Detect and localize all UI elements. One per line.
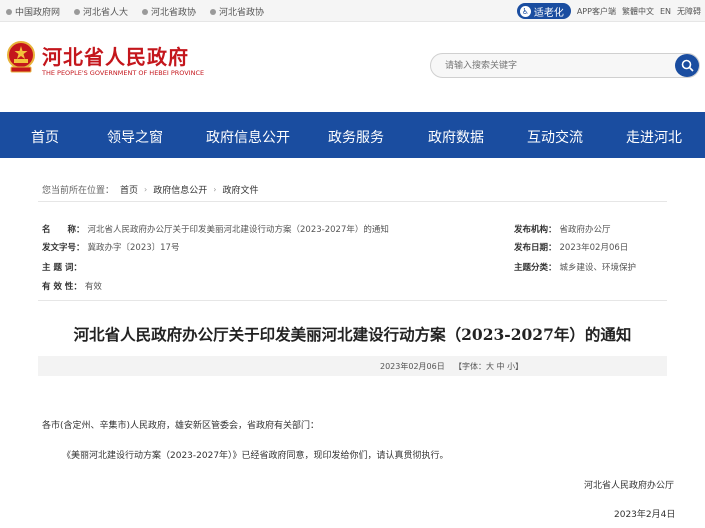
meta-category-label: 主题分类： <box>514 263 557 273</box>
meta-name-value: 河北省人民政府办公厅关于印发美丽河北建设行动方案（2023-2027年）的通知 <box>87 225 389 235</box>
meta-category-value: 城乡建设、环境保护 <box>559 263 637 273</box>
bullet-icon <box>142 8 149 15</box>
app-link[interactable]: APP客户端 <box>577 6 616 17</box>
divider <box>38 201 667 202</box>
meta-issuer: 发布机构： 省政府办公厅 <box>514 223 611 235</box>
divider <box>38 300 667 301</box>
nav-item-data[interactable]: 政府数据 <box>428 127 484 147</box>
nav-item-about-hebei[interactable]: 走进河北 <box>626 127 682 147</box>
meta-doc-no-label: 发文字号： <box>42 243 85 253</box>
bullet-icon <box>6 8 12 15</box>
breadcrumb-home[interactable]: 首页 <box>120 183 138 196</box>
elderly-mode-button[interactable]: ♿ 适老化 <box>516 3 571 19</box>
nav-item-interaction[interactable]: 互动交流 <box>527 127 583 147</box>
meta-issuer-label: 发布机构： <box>514 225 557 235</box>
meta-doc-no-value: 冀政办字〔2023〕17号 <box>87 243 180 253</box>
font-size-selector[interactable]: 【字体：大 中 小】 <box>454 361 523 372</box>
top-link-npc[interactable]: 河北省人大 <box>74 5 128 18</box>
meta-date-label: 发布日期： <box>514 243 557 253</box>
header: 河北省人民政府 THE PEOPLE'S GOVERNMENT OF HEBEI… <box>0 22 705 112</box>
site-subtitle: THE PEOPLE'S GOVERNMENT OF HEBEI PROVINC… <box>42 69 205 77</box>
accessibility-link[interactable]: 无障碍 <box>677 6 701 17</box>
meta-name: 名 称： 河北省人民政府办公厅关于印发美丽河北建设行动方案（2023-2027年）… <box>42 223 389 235</box>
breadcrumb: 您当前所在位置： 首页 › 政府信息公开 › 政府文件 <box>42 183 258 196</box>
meta-subject-label: 主 题 词： <box>42 263 82 273</box>
meta-category: 主题分类： 城乡建设、环境保护 <box>514 261 636 273</box>
meta-date-value: 2023年02月06日 <box>559 243 629 253</box>
bullet-icon <box>74 8 81 15</box>
top-link-gov[interactable]: 中国政府网 <box>6 5 60 18</box>
breadcrumb-gov-docs[interactable]: 政府文件 <box>222 183 258 196</box>
article-date: 2023年02月06日 <box>380 362 445 371</box>
article-salutation: 各市(含定州、辛集市)人民政府，雄安新区管委会，省政府有关部门： <box>42 421 320 431</box>
meta-validity-label: 有 效 性： <box>42 282 82 292</box>
nav-item-info-disclosure[interactable]: 政府信息公开 <box>206 127 290 147</box>
breadcrumb-info-disclosure[interactable]: 政府信息公开 <box>153 183 207 196</box>
main-nav: 首页 领导之窗 政府信息公开 政务服务 政府数据 互动交流 走进河北 <box>0 112 705 158</box>
breadcrumb-prefix: 您当前所在位置： <box>42 186 115 196</box>
top-link-cppcc[interactable]: 河北省政协 <box>142 5 196 18</box>
top-link-cppcc-2[interactable]: 河北省政协 <box>210 5 264 18</box>
top-links: 中国政府网 河北省人大 河北省政协 河北省政协 <box>6 5 264 18</box>
article-title: 河北省人民政府办公厅关于印发美丽河北建设行动方案（2023-2027年）的通知 <box>73 325 632 344</box>
meta-subject: 主 题 词： <box>42 261 85 273</box>
search-icon <box>681 59 694 72</box>
national-emblem-icon <box>7 41 35 73</box>
bullet-icon <box>210 8 217 15</box>
meta-date: 发布日期： 2023年02月06日 <box>514 241 628 253</box>
chevron-right-icon: › <box>144 185 148 194</box>
nav-item-services[interactable]: 政务服务 <box>328 127 384 147</box>
article-info-bar: 2023年02月06日 【字体：大 中 小】 <box>38 356 667 376</box>
search-input[interactable] <box>445 57 665 74</box>
article-signature: 河北省人民政府办公厅 <box>584 481 675 491</box>
meta-name-label: 名 称： <box>42 225 85 235</box>
site-title[interactable]: 河北省人民政府 <box>42 41 189 70</box>
nav-item-home[interactable]: 首页 <box>31 127 59 147</box>
meta-validity: 有 效 性： 有效 <box>42 280 102 292</box>
traditional-chinese-link[interactable]: 繁體中文 <box>622 6 654 17</box>
article-paragraph: 《美丽河北建设行动方案（2023-2027年）》已经省政府同意，现印发给你们，请… <box>62 451 449 461</box>
elderly-icon: ♿ <box>519 5 531 17</box>
meta-validity-value: 有效 <box>84 282 102 292</box>
meta-doc-no: 发文字号： 冀政办字〔2023〕17号 <box>42 241 179 253</box>
top-right-links: ♿ 适老化 APP客户端 繁體中文 EN 无障碍 <box>516 3 701 19</box>
chevron-right-icon: › <box>213 185 217 194</box>
search-button[interactable] <box>675 54 699 77</box>
top-bar: 中国政府网 河北省人大 河北省政协 河北省政协 ♿ 适老化 APP客户端 繁體中… <box>0 0 705 22</box>
meta-issuer-value: 省政府办公厅 <box>559 225 611 235</box>
search-box <box>430 53 700 78</box>
nav-item-leaders[interactable]: 领导之窗 <box>107 127 163 147</box>
article-sign-date: 2023年2月4日 <box>614 510 676 520</box>
english-link[interactable]: EN <box>660 7 671 16</box>
